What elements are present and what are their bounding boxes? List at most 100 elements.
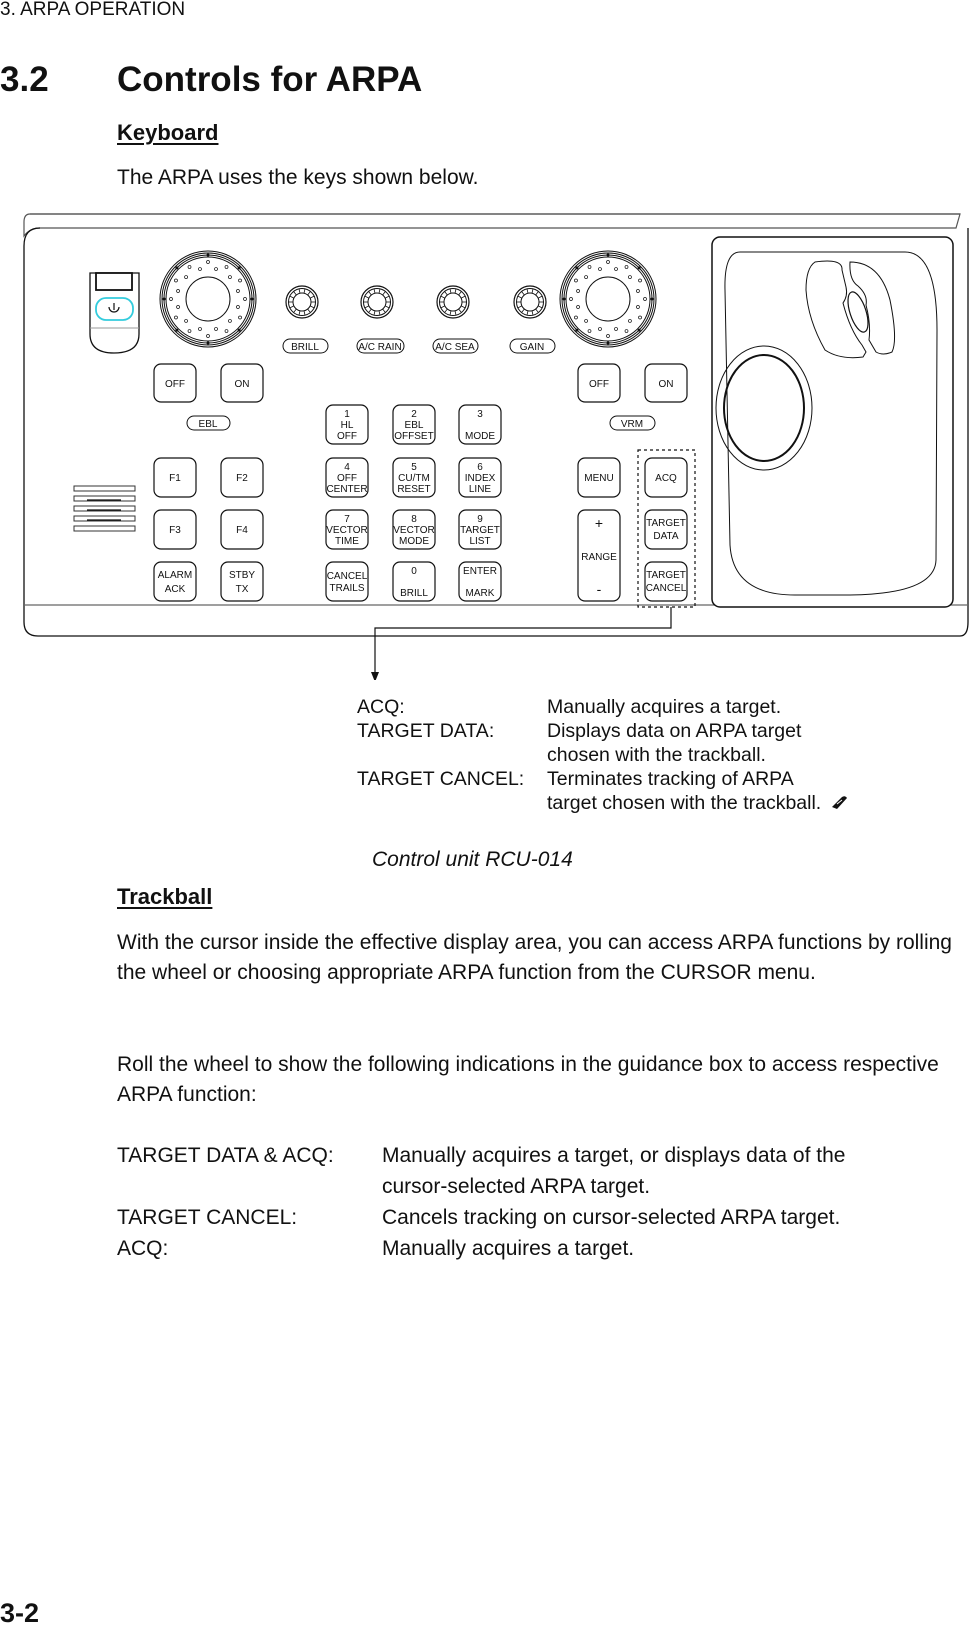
keyboard-heading: Keyboard xyxy=(117,120,219,145)
svg-text:VRM: VRM xyxy=(621,419,643,430)
svg-text:ON: ON xyxy=(659,379,674,390)
key-hl-off[interactable]: 1HLOFF xyxy=(325,404,369,445)
svg-text:CANCEL: CANCEL xyxy=(646,583,687,594)
target-data-key[interactable]: TARGET DATA xyxy=(644,509,688,550)
ebl-off-key[interactable]: OFF xyxy=(153,363,197,403)
knob-detents xyxy=(562,253,654,345)
alarm-ack-key[interactable]: ALARM ACK xyxy=(153,561,197,602)
key-legend: MARK xyxy=(466,588,495,599)
key-ebl-offset[interactable]: 2EBLOFFSET xyxy=(392,404,436,445)
key-legend: OFFSET xyxy=(394,431,433,442)
vrm-rotary-knob xyxy=(559,250,657,348)
key-legend: TRAILS xyxy=(329,583,364,594)
svg-text:TARGET: TARGET xyxy=(646,570,686,581)
key-brill[interactable]: 0 BRILL xyxy=(392,561,436,602)
function-text: Manually acquires a target, or displays … xyxy=(382,1144,846,1167)
function-row: ACQ: Manually acquires a target. xyxy=(117,1233,962,1264)
svg-text:DATA: DATA xyxy=(653,531,679,542)
function-text: cursor-selected ARPA target. xyxy=(382,1175,651,1198)
svg-text:OFF: OFF xyxy=(165,379,185,390)
knob-label-ac-rain: A/C RAIN xyxy=(356,338,405,354)
function-text: Manually acquires a target. xyxy=(382,1237,635,1260)
desc-text: target chosen with the trackball. xyxy=(547,792,822,814)
svg-text:F1: F1 xyxy=(169,473,181,484)
desc-text: Terminates tracking of ARPA xyxy=(547,768,794,790)
function-row: TARGET DATA & ACQ: Manually acquires a t… xyxy=(117,1140,962,1202)
key-index-line[interactable]: 6INDEXLINE xyxy=(458,457,502,498)
desc-text: chosen with the trackball. xyxy=(547,744,766,766)
acq-key[interactable]: ACQ xyxy=(644,457,688,498)
ebl-on-key[interactable]: ON xyxy=(220,363,264,403)
key-vector-mode[interactable]: 8VECTORMODE xyxy=(392,509,436,550)
end-mark-icon xyxy=(832,796,848,809)
f3-key[interactable]: F3 xyxy=(153,509,197,550)
range-minus: - xyxy=(597,581,602,597)
key-cu-tm-reset[interactable]: 5CU/TMRESET xyxy=(392,457,436,498)
trackball-paragraph-2: Roll the wheel to show the following ind… xyxy=(117,1053,939,1106)
key-legend: 0 xyxy=(411,566,417,577)
svg-text:F2: F2 xyxy=(236,473,248,484)
f4-key[interactable]: F4 xyxy=(220,509,264,550)
key-legend: 1 xyxy=(344,409,350,420)
knob-label-gain: GAIN xyxy=(509,338,556,354)
vrm-label: VRM xyxy=(609,415,656,431)
desc-label: TARGET DATA: xyxy=(357,720,495,742)
key-legend: CENTER xyxy=(326,484,367,495)
key-legend: 4 xyxy=(344,462,350,473)
function-text: Cancels tracking on cursor-selected ARPA… xyxy=(382,1206,841,1229)
key-mode[interactable]: 3 MODE xyxy=(458,404,502,445)
menu-key[interactable]: MENU xyxy=(577,457,621,498)
key-legend: 6 xyxy=(477,462,483,473)
key-legend: INDEX xyxy=(465,473,496,484)
desc-text: Displays data on ARPA target xyxy=(547,720,802,742)
key-vector-time[interactable]: 7VECTORTIME xyxy=(325,509,369,550)
power-switch xyxy=(89,272,140,354)
key-legend: VECTOR xyxy=(326,525,368,536)
vrm-on-key[interactable]: ON xyxy=(644,363,688,403)
panel-top-bezel xyxy=(23,213,961,238)
svg-text:F4: F4 xyxy=(236,525,248,536)
desc-text: Manually acquires a target. xyxy=(547,696,782,718)
svg-text:F3: F3 xyxy=(169,525,181,536)
target-cancel-key[interactable]: TARGET CANCEL xyxy=(644,561,688,602)
key-legend: ENTER xyxy=(463,566,497,577)
svg-text:OFF: OFF xyxy=(589,379,609,390)
key-legend: 2 xyxy=(411,409,417,420)
svg-text:STBY: STBY xyxy=(229,570,255,581)
svg-text:ALARM: ALARM xyxy=(158,570,192,581)
key-enter-mark[interactable]: ENTER MARK xyxy=(458,561,502,602)
key-legend: BRILL xyxy=(400,588,428,599)
trackball-function-list: TARGET DATA & ACQ: Manually acquires a t… xyxy=(117,1140,962,1264)
f1-key[interactable]: F1 xyxy=(153,457,197,498)
function-label: TARGET CANCEL: xyxy=(117,1206,298,1229)
ebl-label: EBL xyxy=(186,415,231,431)
knob-label-ac-rain-text: A/C RAIN xyxy=(358,342,401,353)
knob-label-ac-sea: A/C SEA xyxy=(432,338,479,354)
vrm-off-key[interactable]: OFF xyxy=(577,363,621,403)
range-key[interactable]: + RANGE - xyxy=(577,509,621,602)
key-legend: CU/TM xyxy=(398,473,430,484)
knob-label-brill: BRILL xyxy=(282,338,329,354)
svg-text:ACK: ACK xyxy=(165,584,186,595)
knob-label-brill-text: BRILL xyxy=(291,342,319,353)
key-legend: 9 xyxy=(477,514,483,525)
control-unit-diagram: BRILL A/C RAIN A/C SEA GAIN OFF ON EBL O… xyxy=(23,213,969,680)
key-legend: OFF xyxy=(337,473,357,484)
key-description-list: ACQ: Manually acquires a target. TARGET … xyxy=(357,695,849,815)
leader-arrowhead xyxy=(371,672,379,680)
f2-key[interactable]: F2 xyxy=(220,457,264,498)
key-target-list[interactable]: 9TARGETLIST xyxy=(458,509,502,550)
knob-detents xyxy=(162,253,254,345)
key-cancel-trails[interactable]: CANCELTRAILS xyxy=(325,561,369,602)
key-legend: RESET xyxy=(397,484,430,495)
desc-label: TARGET CANCEL: xyxy=(357,768,525,790)
trackball-paragraph-1: With the cursor inside the effective dis… xyxy=(117,931,952,984)
key-off-center[interactable]: 4OFFCENTER xyxy=(325,457,369,498)
key-legend: 7 xyxy=(344,514,350,525)
svg-text:TX: TX xyxy=(236,584,249,595)
svg-text:ACQ: ACQ xyxy=(655,473,677,484)
desc-row-target-cancel: TARGET CANCEL: Terminates tracking of AR… xyxy=(357,767,849,815)
function-label: TARGET DATA & ACQ: xyxy=(117,1144,334,1167)
desc-row-target-data: TARGET DATA: Displays data on ARPA targe… xyxy=(357,719,849,767)
stby-tx-key[interactable]: STBY TX xyxy=(220,561,264,602)
